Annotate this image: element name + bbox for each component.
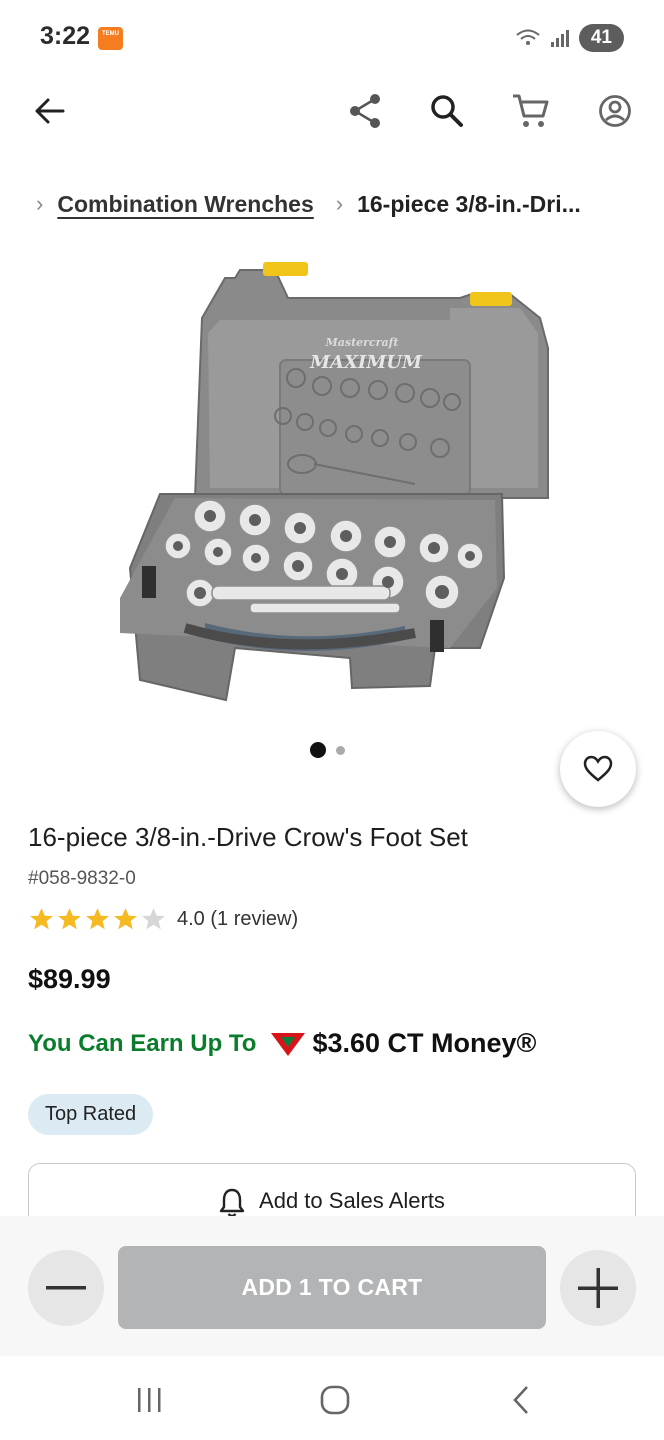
- chevron-right-icon: ›: [335, 191, 344, 216]
- top-nav: [0, 76, 664, 146]
- plus-icon: [578, 1268, 618, 1308]
- brand-mark-text: Mastercraft: [325, 336, 399, 349]
- crows-foot-set-image: Mastercraft MAXIMUM: [120, 262, 549, 702]
- status-indicators: 41: [515, 24, 624, 52]
- earn-label: You Can Earn Up To: [28, 1029, 257, 1057]
- temu-app-icon: TEMU: [98, 27, 123, 50]
- wifi-icon: [516, 29, 540, 45]
- decrease-quantity-button[interactable]: [28, 1250, 104, 1326]
- minus-icon: [46, 1286, 86, 1290]
- star-filled-icon: [114, 908, 137, 930]
- product-sku: #058-9832-0: [28, 868, 136, 889]
- recent-apps-icon: [138, 1388, 161, 1412]
- app-icon-text: TEMU: [102, 31, 119, 37]
- rating-stars: [28, 906, 167, 932]
- product-price: $89.99: [28, 964, 111, 994]
- star-filled-icon: [58, 908, 81, 930]
- chevron-right-icon: ›: [36, 191, 44, 216]
- share-button[interactable]: [340, 86, 390, 136]
- search-button[interactable]: [422, 86, 472, 136]
- signal-icon: [550, 30, 569, 47]
- star-filled-icon: [86, 908, 109, 930]
- system-back-button[interactable]: [496, 1378, 546, 1422]
- carousel-dot-active[interactable]: [310, 742, 326, 758]
- battery-indicator: 41: [578, 24, 624, 52]
- arrow-left-icon: [35, 98, 65, 124]
- account-icon: [599, 95, 631, 127]
- top-rated-badge: Top Rated: [28, 1094, 154, 1135]
- product-rating[interactable]: 4.0 (1 review): [28, 906, 298, 932]
- heart-icon: [583, 755, 613, 782]
- model-mark-text: MAXIMUM: [309, 352, 423, 373]
- bell-icon: [219, 1188, 245, 1218]
- carousel-dot[interactable]: [336, 745, 345, 755]
- product-image[interactable]: Mastercraft MAXIMUM: [100, 248, 564, 718]
- rating-text: 4.0 (1 review): [177, 907, 299, 930]
- product-title: 16-piece 3/8-in.-Drive Crow's Foot Set: [28, 822, 468, 852]
- system-navigation-bar: [0, 1356, 664, 1440]
- home-button[interactable]: [310, 1378, 360, 1422]
- share-icon: [350, 94, 380, 128]
- status-bar: 3:22 TEMU 41: [0, 0, 664, 76]
- status-time: 3:22: [40, 22, 91, 50]
- account-button[interactable]: [590, 86, 640, 136]
- increase-quantity-button[interactable]: [560, 1250, 636, 1326]
- add-to-cart-button[interactable]: ADD 1 TO CART: [118, 1246, 546, 1329]
- home-icon: [320, 1385, 350, 1415]
- star-filled-icon: [30, 908, 53, 930]
- ct-money-earn: You Can Earn Up To $3.60 CT Money®: [28, 1028, 536, 1059]
- breadcrumb-current: 16-piece 3/8-in.-Dri...: [357, 190, 581, 217]
- cart-icon: [513, 94, 549, 127]
- cart-button[interactable]: [506, 86, 556, 136]
- chevron-left-icon: [513, 1386, 528, 1414]
- breadcrumb: › Combination Wrenches › 16-piece 3/8-in…: [36, 186, 636, 222]
- recent-apps-button[interactable]: [124, 1378, 174, 1422]
- star-empty-icon: [142, 908, 165, 930]
- ct-triangle-icon: [271, 1032, 306, 1056]
- image-carousel-dots: [310, 742, 345, 758]
- wishlist-button[interactable]: [560, 731, 636, 807]
- search-icon: [431, 95, 463, 127]
- breadcrumb-link-combination-wrenches[interactable]: Combination Wrenches: [57, 191, 313, 218]
- earn-amount: $3.60 CT Money®: [312, 1028, 537, 1058]
- back-button[interactable]: [24, 86, 74, 136]
